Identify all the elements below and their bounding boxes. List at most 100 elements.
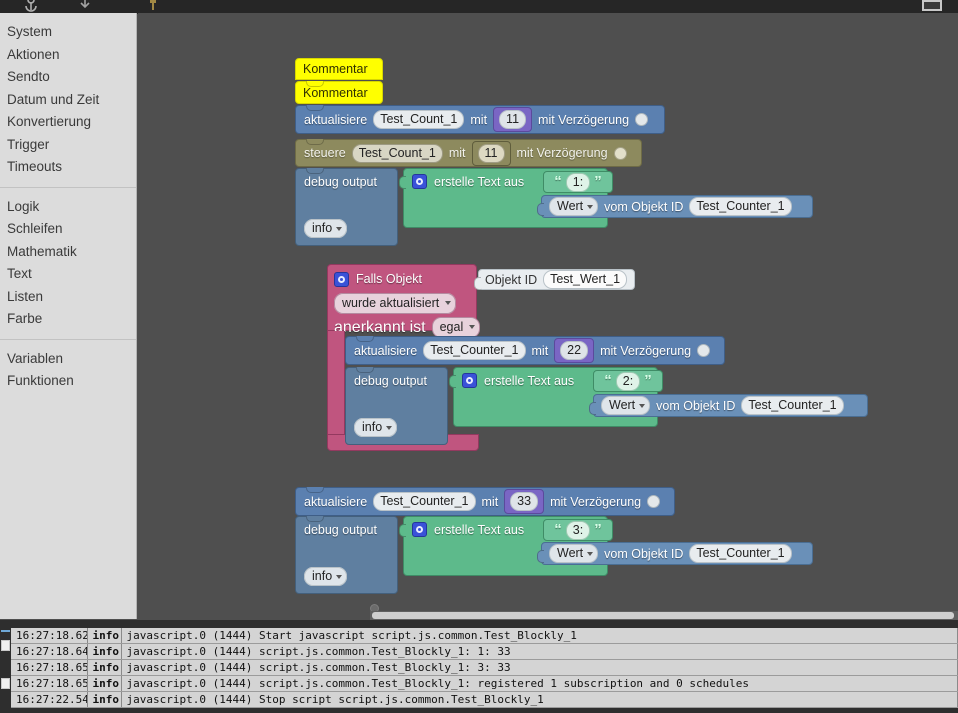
sidebar-item-farbe[interactable]: Farbe bbox=[0, 308, 136, 331]
sidebar-item-listen[interactable]: Listen bbox=[0, 286, 136, 309]
update-state-block[interactable]: aktualisiere Test_Counter_1 mit 33 mit V… bbox=[295, 487, 675, 516]
text-literal-field[interactable]: 1: bbox=[565, 172, 591, 192]
sidebar-item-datum-und-zeit[interactable]: Datum und Zeit bbox=[0, 89, 136, 112]
get-state-value-block[interactable]: Wert vom Objekt ID Test_Counter_1 bbox=[537, 195, 813, 218]
log-pause-icon[interactable] bbox=[1, 640, 10, 651]
table-row[interactable]: 16:27:22.540 info javascript.0 (1444) St… bbox=[11, 691, 958, 708]
object-id-field[interactable]: Test_Counter_1 bbox=[741, 396, 844, 415]
number-value-block[interactable]: 33 bbox=[504, 489, 545, 514]
log-table-body: 16:27:18.624 info javascript.0 (1444) St… bbox=[11, 628, 958, 708]
sidebar-item-konvertierung[interactable]: Konvertierung bbox=[0, 111, 136, 134]
blockly-workspace[interactable]: Kommentar Kommentar aktualisiere Test_Co… bbox=[138, 13, 958, 619]
table-row[interactable]: 16:27:18.647 info javascript.0 (1444) sc… bbox=[11, 643, 958, 660]
toolbox-sidebar[interactable]: System Aktionen Sendto Datum und Zeit Ko… bbox=[0, 13, 137, 619]
gear-icon[interactable] bbox=[412, 174, 427, 189]
comment-block-2[interactable]: Kommentar bbox=[295, 81, 383, 104]
pin-icon[interactable] bbox=[144, 0, 162, 12]
log-filter-icon[interactable] bbox=[1, 630, 10, 632]
object-id-field[interactable]: Test_Counter_1 bbox=[373, 492, 476, 511]
table-row[interactable]: 16:27:18.650 info javascript.0 (1444) sc… bbox=[11, 659, 958, 676]
severity-dropdown[interactable]: info bbox=[354, 418, 398, 437]
sidebar-item-timeouts[interactable]: Timeouts bbox=[0, 156, 136, 179]
comment-label: Kommentar bbox=[303, 85, 368, 100]
quote-open-glyph: “ bbox=[604, 372, 612, 389]
text-literal-block[interactable]: “ 3: ” bbox=[543, 519, 613, 541]
number-field[interactable]: 22 bbox=[560, 341, 589, 360]
table-row[interactable]: 16:27:18.624 info javascript.0 (1444) St… bbox=[11, 628, 958, 644]
sidebar-item-text[interactable]: Text bbox=[0, 263, 136, 286]
text-join-label: erstelle Text aus bbox=[484, 374, 575, 388]
delay-label: mit Verzögerung bbox=[550, 494, 642, 509]
property-dropdown[interactable]: Wert bbox=[601, 396, 651, 415]
object-id-field[interactable]: Test_Counter_1 bbox=[689, 197, 792, 216]
debug-output-label: debug output bbox=[304, 523, 377, 537]
ack-dropdown[interactable]: egal bbox=[431, 317, 481, 338]
number-value-block[interactable]: 11 bbox=[471, 140, 511, 166]
update-verb: aktualisiere bbox=[304, 112, 368, 127]
update-state-block[interactable]: aktualisiere Test_Count_1 mit 11 mit Ver… bbox=[295, 105, 665, 134]
sidebar-item-trigger[interactable]: Trigger bbox=[0, 134, 136, 157]
log-side-rail bbox=[0, 620, 11, 713]
workspace-hscrollbar-thumb[interactable] bbox=[372, 612, 954, 619]
delay-toggle[interactable] bbox=[697, 344, 711, 357]
log-severity: info bbox=[87, 643, 122, 660]
delay-toggle[interactable] bbox=[613, 146, 627, 160]
sidebar-item-mathematik[interactable]: Mathematik bbox=[0, 241, 136, 264]
download-icon[interactable] bbox=[76, 0, 94, 12]
text-literal-block[interactable]: “ 1: ” bbox=[543, 171, 613, 193]
gear-icon[interactable] bbox=[462, 373, 477, 388]
sidebar-item-system[interactable]: System bbox=[0, 21, 136, 44]
text-literal-block[interactable]: “ 2: ” bbox=[593, 370, 663, 392]
object-id-value-block[interactable]: Objekt ID Test_Wert_1 bbox=[474, 269, 635, 290]
object-id-field[interactable]: Test_Count_1 bbox=[373, 110, 465, 129]
log-message: javascript.0 (1444) Start javascript scr… bbox=[121, 628, 958, 644]
debug-output-block[interactable]: debug output info bbox=[295, 516, 398, 594]
property-dropdown[interactable]: Wert bbox=[549, 544, 599, 563]
sidebar-item-logik[interactable]: Logik bbox=[0, 196, 136, 219]
restore-window-icon[interactable] bbox=[922, 0, 942, 11]
object-id-field[interactable]: Test_Count_1 bbox=[351, 143, 443, 163]
gear-icon[interactable] bbox=[412, 522, 427, 537]
text-literal-field[interactable]: 2: bbox=[615, 371, 641, 391]
debug-output-label: debug output bbox=[354, 374, 427, 388]
severity-dropdown[interactable]: info bbox=[304, 567, 348, 586]
sidebar-item-variablen[interactable]: Variablen bbox=[0, 348, 136, 371]
get-state-value-block[interactable]: Wert vom Objekt ID Test_Counter_1 bbox=[589, 394, 868, 417]
delay-toggle[interactable] bbox=[635, 113, 649, 126]
text-literal-field[interactable]: 3: bbox=[565, 520, 591, 540]
control-state-block-disabled[interactable]: steuere Test_Count_1 mit 11 mit Verzöger… bbox=[295, 139, 642, 167]
log-clear-icon[interactable] bbox=[1, 678, 10, 689]
table-row[interactable]: 16:27:18.651 info javascript.0 (1444) sc… bbox=[11, 675, 958, 692]
number-value-block[interactable]: 11 bbox=[493, 107, 533, 132]
property-dropdown[interactable]: Wert bbox=[549, 197, 599, 216]
comment-block-1[interactable]: Kommentar bbox=[295, 58, 383, 80]
number-field[interactable]: 11 bbox=[499, 110, 527, 129]
comment-label: Kommentar bbox=[303, 62, 368, 76]
sidebar-item-funktionen[interactable]: Funktionen bbox=[0, 370, 136, 393]
quote-close-glyph: ” bbox=[594, 173, 602, 190]
sidebar-item-sendto[interactable]: Sendto bbox=[0, 66, 136, 89]
severity-dropdown[interactable]: info bbox=[304, 219, 348, 238]
trigger-condition-dropdown[interactable]: wurde aktualisiert bbox=[334, 293, 457, 314]
on-state-label: Falls Objekt bbox=[356, 272, 422, 286]
log-time: 16:27:18.650 bbox=[11, 659, 88, 676]
sidebar-item-aktionen[interactable]: Aktionen bbox=[0, 44, 136, 67]
log-table: 16:27:18.624 info javascript.0 (1444) St… bbox=[11, 628, 958, 708]
sidebar-item-schleifen[interactable]: Schleifen bbox=[0, 218, 136, 241]
object-id-field[interactable]: Test_Counter_1 bbox=[689, 544, 792, 563]
get-state-value-block[interactable]: Wert vom Objekt ID Test_Counter_1 bbox=[537, 542, 813, 565]
objid-field[interactable]: Test_Wert_1 bbox=[543, 270, 628, 289]
debug-output-block[interactable]: debug output info bbox=[295, 168, 398, 246]
log-message: javascript.0 (1444) script.js.common.Tes… bbox=[121, 643, 958, 660]
gear-icon[interactable] bbox=[334, 271, 349, 287]
anchor-icon[interactable] bbox=[22, 0, 40, 12]
object-id-field[interactable]: Test_Counter_1 bbox=[423, 341, 526, 360]
number-field[interactable]: 11 bbox=[477, 143, 505, 163]
log-severity: info bbox=[87, 628, 122, 644]
number-field[interactable]: 33 bbox=[510, 492, 539, 511]
delay-toggle[interactable] bbox=[647, 495, 661, 508]
number-value-block[interactable]: 22 bbox=[554, 338, 595, 363]
debug-output-block[interactable]: debug output info bbox=[345, 367, 448, 445]
toolbox-group-core: System Aktionen Sendto Datum und Zeit Ko… bbox=[0, 18, 136, 182]
update-state-block[interactable]: aktualisiere Test_Counter_1 mit 22 mit V… bbox=[345, 336, 725, 365]
